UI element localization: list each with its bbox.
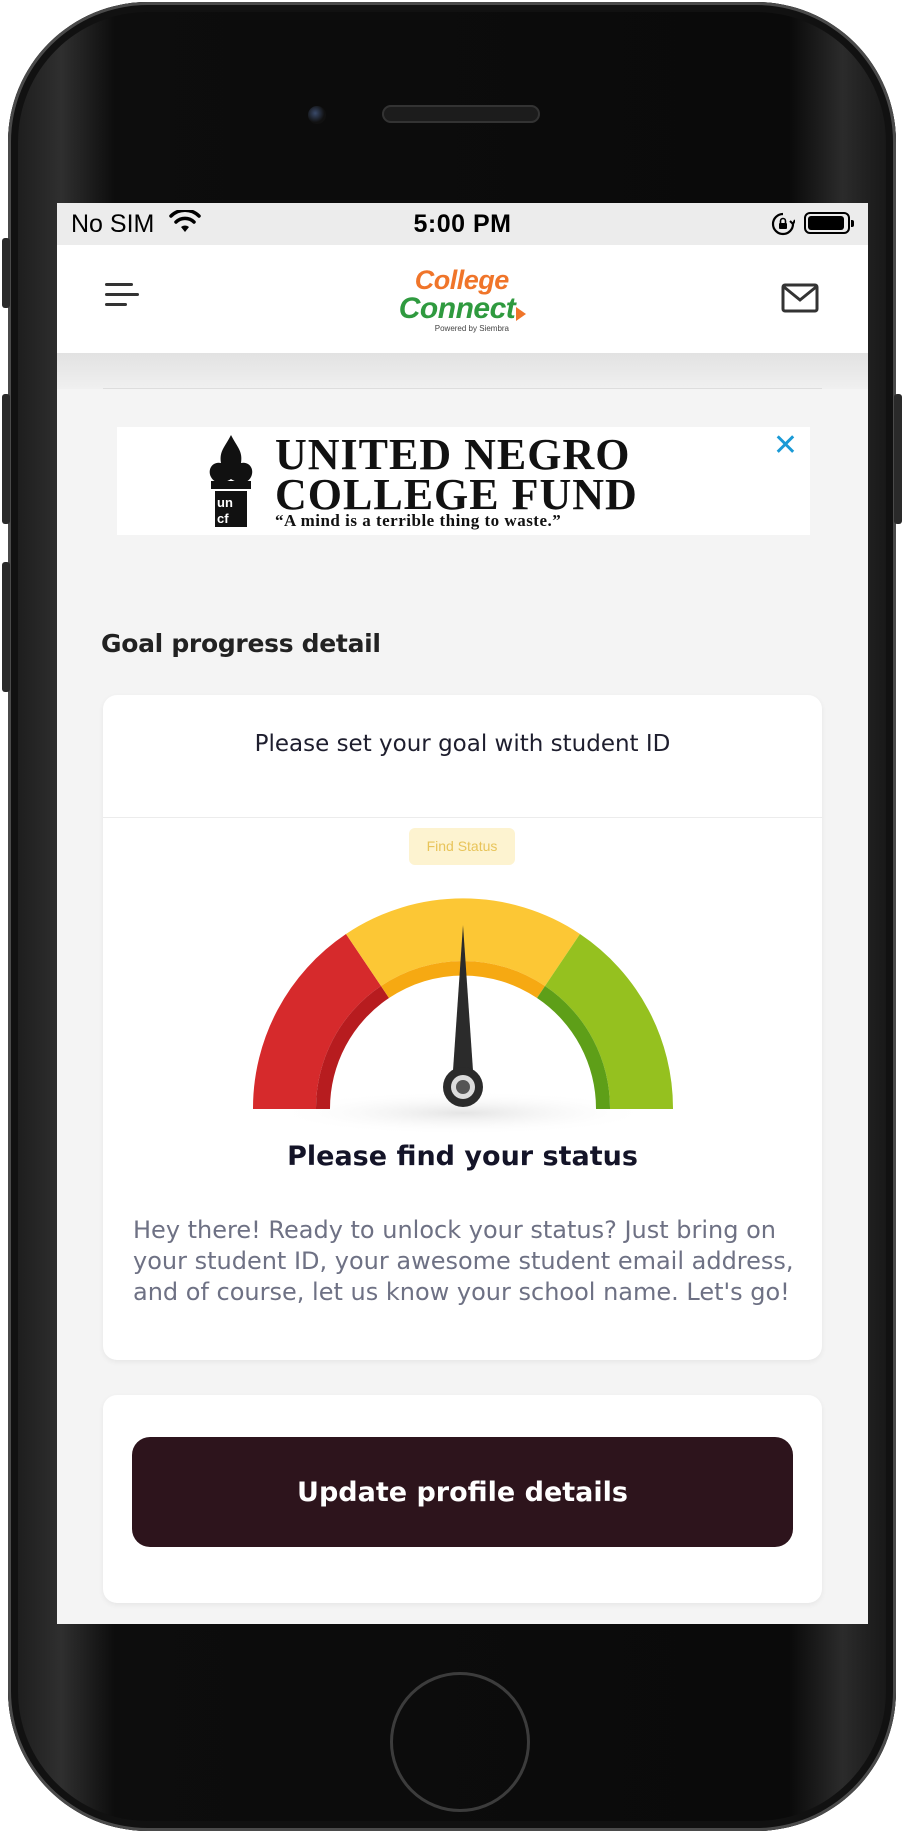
clock: 5:00 PM [413, 210, 512, 238]
app-screen: No SIM 5:00 PM College Connect Powered b… [57, 203, 868, 1624]
mute-switch [2, 238, 10, 308]
goal-progress-card: Please set your goal with student ID Fin… [103, 695, 822, 1360]
logo-connect-text: Connect [398, 292, 516, 325]
status-gauge [252, 898, 674, 1135]
logo-arrow-icon [516, 306, 527, 321]
earpiece-speaker [382, 105, 540, 123]
header-shadow [57, 353, 868, 389]
logo-college-text: College [414, 265, 510, 295]
actions-card: Update profile details [103, 1395, 822, 1603]
card-divider [103, 817, 822, 818]
close-icon[interactable]: ✕ [773, 431, 798, 461]
mail-icon[interactable] [781, 283, 819, 318]
logo-powered-text: Powered by Siembra [434, 324, 510, 333]
app-header: College Connect Powered by Siembra [57, 245, 868, 353]
college-connect-logo[interactable]: College Connect Powered by Siembra [57, 267, 868, 336]
volume-down-button [2, 562, 10, 692]
goal-card-title: Please set your goal with student ID [254, 731, 671, 757]
update-profile-button[interactable]: Update profile details [132, 1437, 793, 1547]
phone-frame: No SIM 5:00 PM College Connect Powered b… [2, 2, 902, 1831]
uncf-torch-logo: un cf [209, 435, 253, 527]
svg-text:cf: cf [217, 511, 229, 526]
svg-text:un: un [217, 495, 233, 510]
ad-tagline: “A mind is a terrible thing to waste.” [275, 511, 562, 530]
battery-icon [804, 212, 854, 234]
orientation-lock-icon [771, 212, 796, 243]
status-heading: Please find your status [287, 1141, 638, 1172]
home-button[interactable] [390, 1672, 530, 1812]
status-bar: No SIM 5:00 PM [57, 203, 868, 245]
status-description: Hey there! Ready to unlock your status? … [133, 1216, 794, 1306]
uncf-ad-banner[interactable]: un cf UNITED NEGRO COLLEGE FUND “A mind … [117, 427, 810, 535]
front-camera [308, 106, 326, 124]
find-status-chip[interactable]: Find Status [409, 828, 515, 865]
volume-up-button [2, 394, 10, 524]
power-button [894, 394, 902, 524]
section-title: Goal progress detail [101, 629, 381, 658]
